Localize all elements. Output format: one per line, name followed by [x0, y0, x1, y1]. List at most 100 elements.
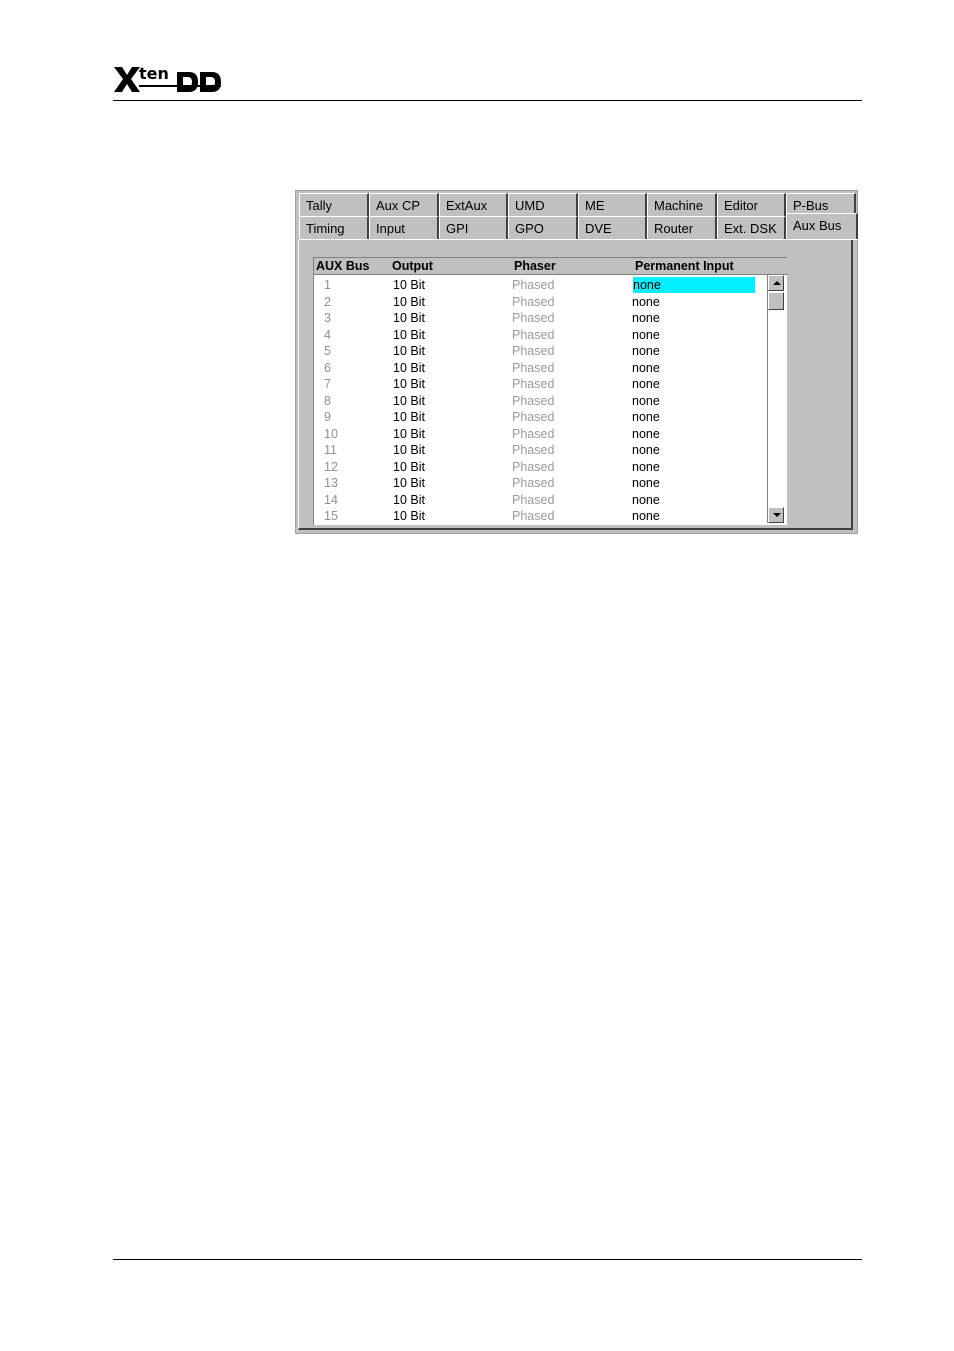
- phaser-cell[interactable]: Phased: [512, 442, 554, 458]
- tab-aux-bus[interactable]: Aux Bus: [786, 213, 858, 239]
- aux-bus-cell[interactable]: 3: [324, 310, 331, 326]
- header-output[interactable]: Output: [392, 259, 433, 273]
- table-row[interactable]: 3 10 Bit Phased none: [314, 310, 769, 327]
- aux-bus-cell[interactable]: 11: [324, 442, 337, 458]
- tab-ext-dsk[interactable]: Ext. DSK: [717, 216, 786, 239]
- phaser-cell[interactable]: Phased: [512, 393, 554, 409]
- tab-extaux[interactable]: ExtAux: [439, 193, 508, 216]
- output-cell[interactable]: 10 Bit: [393, 492, 425, 508]
- aux-bus-cell[interactable]: 10: [324, 426, 338, 442]
- tab-timing[interactable]: Timing: [299, 216, 369, 239]
- phaser-cell[interactable]: Phased: [512, 294, 554, 310]
- output-cell[interactable]: 10 Bit: [393, 294, 425, 310]
- footer-rule: [113, 1259, 862, 1260]
- phaser-cell[interactable]: Phased: [512, 310, 554, 326]
- aux-bus-table: AUX Bus Output Phaser Permanent Input 11…: [313, 257, 788, 525]
- output-cell[interactable]: 10 Bit: [393, 376, 425, 392]
- tab-me[interactable]: ME: [578, 193, 647, 216]
- tab-tally[interactable]: Tally: [299, 193, 369, 216]
- table-row[interactable]: 5 10 Bit Phased none: [314, 343, 769, 360]
- phaser-cell[interactable]: Phased: [512, 409, 554, 425]
- output-cell[interactable]: 10 Bit: [393, 459, 425, 475]
- tab-gpo[interactable]: GPO: [508, 216, 578, 239]
- scroll-up-button[interactable]: [768, 275, 784, 291]
- phaser-cell[interactable]: Phased: [512, 360, 554, 376]
- tab-gpi[interactable]: GPI: [439, 216, 508, 239]
- permanent-input-cell[interactable]: none: [632, 376, 660, 392]
- tab-aux-cp[interactable]: Aux CP: [369, 193, 439, 216]
- table-row[interactable]: 14 10 Bit Phased none: [314, 492, 769, 509]
- permanent-input-cell[interactable]: none: [632, 492, 660, 508]
- tab-dve[interactable]: DVE: [578, 216, 647, 239]
- table-row[interactable]: 15 10 Bit Phased none: [314, 508, 769, 525]
- table-row[interactable]: 7 10 Bit Phased none: [314, 376, 769, 393]
- output-cell[interactable]: 10 Bit: [393, 277, 425, 293]
- phaser-cell[interactable]: Phased: [512, 343, 554, 359]
- output-cell[interactable]: 10 Bit: [393, 327, 425, 343]
- header-phaser[interactable]: Phaser: [514, 259, 556, 273]
- aux-bus-cell[interactable]: 13: [324, 475, 338, 491]
- permanent-input-cell[interactable]: none: [632, 475, 660, 491]
- permanent-input-cell[interactable]: none: [632, 343, 660, 359]
- scroll-down-button[interactable]: [768, 507, 784, 523]
- output-cell[interactable]: 10 Bit: [393, 426, 425, 442]
- phaser-cell[interactable]: Phased: [512, 376, 554, 392]
- aux-bus-cell[interactable]: 5: [324, 343, 331, 359]
- table-row[interactable]: 8 10 Bit Phased none: [314, 393, 769, 410]
- header-aux-bus[interactable]: AUX Bus: [316, 259, 369, 273]
- aux-bus-cell[interactable]: 12: [324, 459, 338, 475]
- phaser-cell[interactable]: Phased: [512, 277, 554, 293]
- aux-bus-cell[interactable]: 8: [324, 393, 331, 409]
- phaser-cell[interactable]: Phased: [512, 426, 554, 442]
- aux-bus-cell[interactable]: 1: [324, 277, 331, 293]
- output-cell[interactable]: 10 Bit: [393, 475, 425, 491]
- table-row[interactable]: 9 10 Bit Phased none: [314, 409, 769, 426]
- permanent-input-cell[interactable]: none: [632, 442, 660, 458]
- aux-bus-cell[interactable]: 7: [324, 376, 331, 392]
- output-cell[interactable]: 10 Bit: [393, 343, 425, 359]
- aux-bus-cell[interactable]: 2: [324, 294, 331, 310]
- permanent-input-cell[interactable]: none: [632, 409, 660, 425]
- output-cell[interactable]: 10 Bit: [393, 442, 425, 458]
- tab-router[interactable]: Router: [647, 216, 717, 239]
- aux-bus-cell[interactable]: 4: [324, 327, 331, 343]
- table-row[interactable]: 11 10 Bit Phased none: [314, 442, 769, 459]
- tab-umd[interactable]: UMD: [508, 193, 578, 216]
- phaser-cell[interactable]: Phased: [512, 475, 554, 491]
- table-row[interactable]: 4 10 Bit Phased none: [314, 327, 769, 344]
- output-cell[interactable]: 10 Bit: [393, 508, 425, 524]
- output-cell[interactable]: 10 Bit: [393, 393, 425, 409]
- aux-bus-cell[interactable]: 6: [324, 360, 331, 376]
- phaser-cell[interactable]: Phased: [512, 327, 554, 343]
- table-row[interactable]: 1 10 Bit Phased none: [314, 277, 769, 294]
- permanent-input-cell[interactable]: none: [632, 426, 660, 442]
- tab-input[interactable]: Input: [369, 216, 439, 239]
- table-row[interactable]: 6 10 Bit Phased none: [314, 360, 769, 377]
- table-row[interactable]: 2 10 Bit Phased none: [314, 294, 769, 311]
- permanent-input-cell[interactable]: none: [632, 310, 660, 326]
- aux-bus-cell[interactable]: 14: [324, 492, 338, 508]
- vertical-scrollbar[interactable]: [767, 275, 784, 523]
- table-row[interactable]: 13 10 Bit Phased none: [314, 475, 769, 492]
- header-permanent-input[interactable]: Permanent Input: [635, 259, 734, 273]
- permanent-input-cell[interactable]: none: [632, 393, 660, 409]
- table-row[interactable]: 10 10 Bit Phased none: [314, 426, 769, 443]
- output-cell[interactable]: 10 Bit: [393, 360, 425, 376]
- output-cell[interactable]: 10 Bit: [393, 310, 425, 326]
- permanent-input-cell[interactable]: none: [632, 459, 660, 475]
- permanent-input-cell[interactable]: none: [632, 294, 660, 310]
- phaser-cell[interactable]: Phased: [512, 459, 554, 475]
- scroll-thumb[interactable]: [768, 292, 784, 310]
- permanent-input-cell[interactable]: none: [632, 508, 660, 524]
- tab-editor[interactable]: Editor: [717, 193, 786, 216]
- output-cell[interactable]: 10 Bit: [393, 409, 425, 425]
- aux-bus-cell[interactable]: 15: [324, 508, 338, 524]
- permanent-input-cell[interactable]: none: [633, 277, 755, 293]
- table-row[interactable]: 12 10 Bit Phased none: [314, 459, 769, 476]
- tab-machine[interactable]: Machine: [647, 193, 717, 216]
- permanent-input-cell[interactable]: none: [632, 327, 660, 343]
- phaser-cell[interactable]: Phased: [512, 492, 554, 508]
- aux-bus-cell[interactable]: 9: [324, 409, 331, 425]
- phaser-cell[interactable]: Phased: [512, 508, 554, 524]
- permanent-input-cell[interactable]: none: [632, 360, 660, 376]
